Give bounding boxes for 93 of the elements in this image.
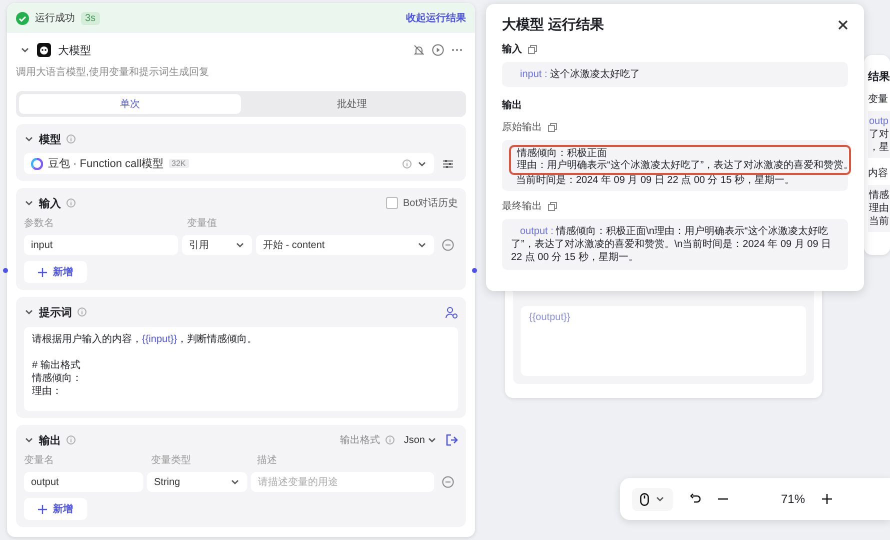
plus-icon	[38, 268, 47, 276]
prompt-line: 理由：	[32, 385, 63, 398]
output-text: 理由	[869, 202, 890, 215]
column-label: 变量值	[187, 216, 217, 230]
model-select[interactable]: 豆包 · Function call模型 32K	[24, 153, 434, 174]
description-field[interactable]: 请描述变量的用途	[251, 472, 434, 492]
section-title: 模型	[39, 132, 61, 146]
input-field[interactable]: output	[24, 472, 143, 492]
copy-icon[interactable]	[528, 44, 537, 54]
tab[interactable]: 单次	[19, 94, 241, 114]
chevron-down-icon[interactable]	[24, 307, 34, 317]
chevron-down-icon[interactable]	[24, 198, 34, 208]
chevron-down-icon[interactable]	[24, 435, 34, 445]
close-icon[interactable]	[838, 20, 848, 30]
prompt-line: 请根据用户输入的内容，{{input}}，判断情感倾向。	[32, 333, 258, 346]
popup-title: 大模型 运行结果	[502, 16, 604, 34]
section-label: 输入	[502, 42, 522, 56]
value-select[interactable]: 开始 - content	[256, 235, 434, 255]
checkbox[interactable]	[386, 197, 398, 209]
chevron-down-icon	[417, 240, 427, 250]
chevron-down-icon	[230, 477, 240, 487]
output-text: outp	[869, 115, 890, 128]
chevron-down-icon[interactable]	[20, 45, 30, 55]
result-text: 情感倾向：积极正面	[517, 148, 608, 160]
section-title: 输出	[39, 434, 61, 448]
export-icon[interactable]	[446, 434, 458, 446]
section-title: 提示词	[39, 306, 72, 320]
section-label: 内容	[868, 166, 889, 180]
panel-title: 结果	[868, 70, 890, 84]
collapse-link[interactable]: 收起运行结果	[406, 11, 466, 25]
add-button[interactable]: 新增	[24, 261, 87, 283]
output-text: 情感	[869, 189, 890, 202]
result-text: 当前时间是：2024 年 09 月 09 日 22 点 00 分 15 秒，星期一。	[516, 175, 796, 187]
prompt-line: # 输出格式	[32, 359, 82, 372]
bell-off-icon[interactable]	[413, 44, 425, 56]
mouse-icon	[640, 492, 649, 506]
duration-badge: 3s	[81, 12, 100, 24]
connection-port[interactable]	[472, 268, 477, 273]
result-text: input : 这个冰激凌太好吃了	[502, 62, 848, 87]
source-select[interactable]: 引用	[182, 235, 252, 255]
model-name: 豆包 · Function call模型	[48, 157, 164, 171]
chevron-down-icon	[655, 494, 665, 504]
undo-icon[interactable]	[689, 493, 701, 505]
add-button[interactable]: 新增	[24, 498, 87, 520]
prompt-line: 情感倾向：	[32, 372, 83, 385]
info-icon	[66, 435, 76, 445]
info-icon	[384, 435, 395, 445]
chevron-down-icon	[427, 435, 437, 445]
section-label: 变量	[868, 92, 889, 106]
info-icon	[66, 198, 76, 208]
result-text: output : 情感倾向：积极正面\n理由：用户明确表示“这个冰激凌太好吃了”，表达了对冰激凌的喜爱和赞赏。\n当前时间是：2024 年 09 月 09 日 22 点 00 分 15 秒，星期一。	[502, 219, 848, 270]
robot-logo-icon	[37, 43, 51, 57]
type-select[interactable]: String	[147, 472, 247, 492]
check-circle-icon	[16, 12, 29, 24]
info-icon	[77, 307, 87, 317]
output-text: 了对	[869, 128, 890, 141]
zoom-level: 71%	[781, 492, 806, 506]
info-icon	[66, 134, 76, 144]
section-label: 最终输出	[502, 200, 542, 213]
format-select[interactable]: Json	[404, 434, 437, 446]
copy-icon[interactable]	[548, 122, 557, 132]
remove-icon[interactable]	[442, 476, 454, 488]
info-icon	[402, 158, 412, 168]
play-icon[interactable]	[432, 44, 444, 56]
column-label: 变量类型	[151, 454, 192, 467]
connection-port[interactable]	[3, 268, 8, 273]
copy-icon[interactable]	[548, 202, 557, 210]
node-title: 大模型	[58, 44, 91, 58]
checkbox-label: Bot对话历史	[402, 196, 458, 210]
node-description: 调用大语言模型,使用变量和提示词生成回复	[15, 66, 210, 79]
status-text: 运行成功	[35, 12, 75, 25]
column-label: 变量名	[24, 454, 55, 467]
zoom-in-icon[interactable]	[821, 493, 834, 505]
chevron-down-icon	[235, 240, 245, 250]
output-text: 当前	[869, 215, 890, 228]
settings-sliders-icon[interactable]	[442, 158, 454, 170]
column-label: 参数名	[24, 216, 55, 230]
output-text: ，星	[869, 141, 890, 154]
interaction-mode-button[interactable]	[632, 488, 673, 510]
plus-icon	[38, 504, 47, 514]
section-label: 原始输出	[502, 120, 542, 134]
column-label: 描述	[257, 454, 277, 467]
remove-icon[interactable]	[442, 239, 454, 251]
chevron-down-icon[interactable]	[24, 134, 34, 144]
doubao-logo-icon	[31, 158, 43, 170]
people-icon[interactable]	[445, 306, 458, 318]
context-badge: 32K	[168, 159, 189, 168]
section-title: 输入	[39, 196, 61, 210]
input-field[interactable]: input	[24, 235, 178, 255]
section-label: 输出	[502, 98, 522, 112]
prompt-editor[interactable]: 请根据用户输入的内容，{{input}}，判断情感倾向。 # 输出格式 情感倾向： 理由：	[24, 327, 458, 411]
tab[interactable]: 批处理	[241, 94, 463, 114]
format-label: 输出格式	[340, 434, 380, 447]
